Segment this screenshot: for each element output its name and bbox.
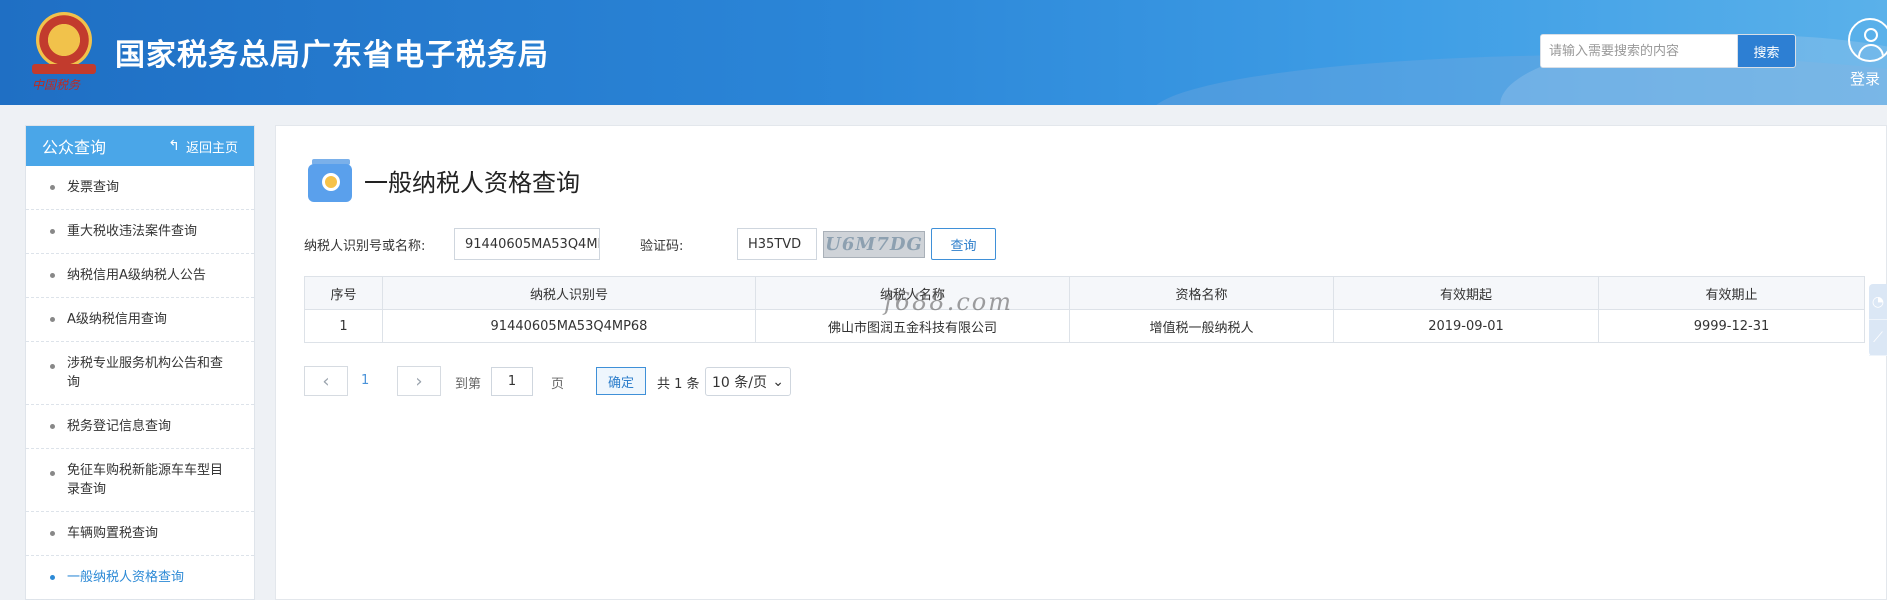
captcha-label: 验证码: — [640, 239, 684, 254]
taxpayer-input[interactable]: 91440605MA53Q4MP6 — [454, 228, 600, 260]
sidebar-item-tax-violation-query[interactable]: 重大税收违法案件查询 — [26, 210, 254, 254]
login-button[interactable]: 登录 — [1848, 18, 1887, 93]
bullet-icon — [50, 531, 55, 536]
sidebar-item-label: 税务登记信息查询 — [67, 419, 172, 434]
sidebar: 公众查询 ↰ 返回主页 发票查询 重大税收违法案件查询 纳税信用A级纳税人公告 … — [25, 125, 255, 600]
sidebar-item-general-taxpayer-query[interactable]: 一般纳税人资格查询 — [26, 556, 254, 600]
user-icon — [1848, 18, 1887, 62]
chevron-down-icon: ⌄ — [772, 373, 784, 390]
bullet-icon — [50, 575, 55, 580]
total-count: 共 1 条 — [657, 377, 700, 392]
back-home-label: 返回主页 — [185, 140, 238, 156]
sidebar-item-tax-registration-query[interactable]: 税务登记信息查询 — [26, 405, 254, 449]
header-search: 搜索 — [1540, 34, 1796, 68]
column-header: 有效期止 — [1598, 276, 1865, 310]
bullet-icon — [50, 185, 55, 190]
table-cell: 2019-09-01 — [1333, 309, 1599, 343]
table-cell: 91440605MA53Q4MP68 — [382, 309, 756, 343]
goto-label: 到第 — [455, 377, 482, 392]
taxpayer-label: 纳税人识别号或名称: — [304, 239, 426, 254]
page-title: 一般纳税人资格查询 — [364, 169, 580, 197]
bullet-icon — [50, 424, 55, 429]
sidebar-header: 公众查询 ↰ 返回主页 — [26, 126, 254, 166]
results-table: 序号 纳税人识别号 纳税人名称 资格名称 有效期起 有效期止 1 9144060… — [304, 276, 1865, 343]
sidebar-item-label: 重大税收违法案件查询 — [67, 224, 198, 239]
bullet-icon — [50, 229, 55, 234]
watermark: f688.com — [884, 288, 1013, 316]
sidebar-item-label: 免征车购税新能源车车型目录查询 — [67, 463, 224, 497]
prev-page-button[interactable]: ‹ — [304, 366, 348, 396]
captcha-image[interactable]: U6M7DG — [823, 231, 925, 258]
column-header: 有效期起 — [1333, 276, 1599, 310]
pagination: ‹ 1 › 到第 1 页 确定 共 1 条 10 条/页 ⌄ — [304, 366, 1104, 396]
main-panel: 一般纳税人资格查询 纳税人识别号或名称: 91440605MA53Q4MP6 验… — [275, 125, 1887, 600]
search-folder-icon — [308, 159, 352, 202]
site-header: 中国税务 国家税务总局广东省电子税务局 搜索 登录 — [0, 0, 1887, 105]
table-cell: 9999-12-31 — [1598, 309, 1865, 343]
page-unit-label: 页 — [551, 377, 565, 392]
sidebar-item-vehicle-tax-query[interactable]: 车辆购置税查询 — [26, 512, 254, 556]
sidebar-title: 公众查询 — [42, 138, 107, 157]
sidebar-item-label: 一般纳税人资格查询 — [67, 570, 185, 585]
table-cell: 1 — [304, 309, 383, 343]
sidebar-item-label: A级纳税信用查询 — [67, 312, 167, 327]
chevron-left-icon: ‹ — [322, 370, 330, 392]
floating-toolbar: ◔ ⟋ — [1869, 284, 1887, 356]
emblem-signature: 中国税务 — [32, 78, 81, 92]
tax-emblem-logo[interactable]: 中国税务 — [28, 10, 100, 94]
sidebar-item-tax-agency-query[interactable]: 涉税专业服务机构公告和查询 — [26, 342, 254, 405]
page-size-select[interactable]: 10 条/页 ⌄ — [705, 367, 791, 396]
feedback-icon[interactable]: ◔ — [1869, 284, 1887, 320]
sidebar-item-label: 发票查询 — [67, 180, 120, 195]
bullet-icon — [50, 471, 55, 476]
query-form: 纳税人识别号或名称: 91440605MA53Q4MP6 验证码: H35TVD… — [304, 228, 1504, 260]
back-arrow-icon: ↰ — [168, 138, 180, 154]
query-button[interactable]: 查询 — [931, 228, 996, 260]
emblem-base — [32, 64, 96, 74]
bullet-icon — [50, 273, 55, 278]
table-row: 1 91440605MA53Q4MP68 佛山市图润五金科技有限公司 增值税一般… — [304, 309, 1865, 343]
table-cell: 增值税一般纳税人 — [1069, 309, 1334, 343]
sidebar-item-a-level-taxpayer-notice[interactable]: 纳税信用A级纳税人公告 — [26, 254, 254, 298]
sidebar-item-label: 车辆购置税查询 — [67, 526, 159, 541]
current-page-number[interactable]: 1 — [361, 373, 369, 388]
captcha-input[interactable]: H35TVD — [737, 228, 817, 260]
search-input[interactable] — [1541, 35, 1737, 67]
search-button[interactable]: 搜索 — [1737, 35, 1795, 67]
table-header-row: 序号 纳税人识别号 纳税人名称 资格名称 有效期起 有效期止 — [304, 276, 1865, 310]
sidebar-item-a-level-credit-query[interactable]: A级纳税信用查询 — [26, 298, 254, 342]
login-label: 登录 — [1850, 70, 1881, 88]
goto-page-input[interactable]: 1 — [491, 367, 533, 396]
bullet-icon — [50, 364, 55, 369]
site-title: 国家税务总局广东省电子税务局 — [115, 38, 549, 73]
column-header: 纳税人识别号 — [382, 276, 756, 310]
back-to-top-icon[interactable]: ⟋ — [1869, 320, 1887, 356]
bullet-icon — [50, 317, 55, 322]
sidebar-item-ev-catalog-query[interactable]: 免征车购税新能源车车型目录查询 — [26, 449, 254, 512]
page-size-value: 10 条/页 — [712, 374, 767, 391]
next-page-button[interactable]: › — [397, 366, 441, 396]
emblem-ring — [36, 12, 92, 68]
goto-confirm-button[interactable]: 确定 — [596, 367, 646, 395]
column-header: 资格名称 — [1069, 276, 1334, 310]
column-header: 序号 — [304, 276, 383, 310]
sidebar-item-invoice-query[interactable]: 发票查询 — [26, 166, 254, 210]
sidebar-item-label: 涉税专业服务机构公告和查询 — [67, 356, 224, 390]
chevron-right-icon: › — [415, 370, 423, 392]
back-home-link[interactable]: ↰ 返回主页 — [168, 137, 238, 156]
sidebar-item-label: 纳税信用A级纳税人公告 — [67, 268, 206, 283]
